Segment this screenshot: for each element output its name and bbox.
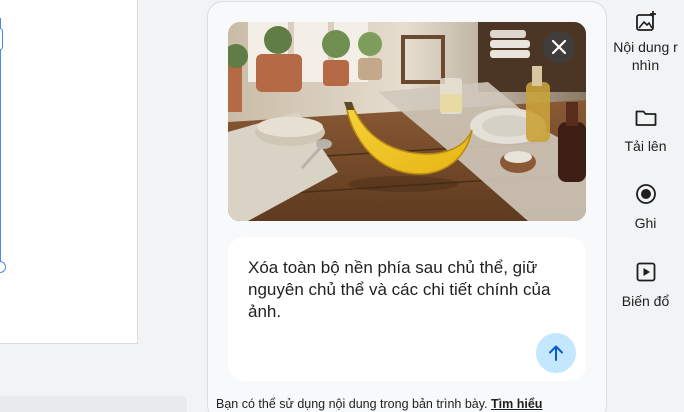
send-button[interactable] — [536, 333, 576, 373]
rail-item-record[interactable]: Ghi — [607, 182, 684, 232]
prompt-input[interactable]: Xóa toàn bộ nền phía sau chủ thể, giữ ng… — [228, 237, 586, 381]
slide-canvas[interactable] — [0, 0, 207, 412]
folder-icon — [635, 110, 656, 126]
speaker-notes-strip[interactable] — [0, 396, 187, 412]
generated-image[interactable] — [228, 22, 586, 221]
rail-label-record: Ghi — [634, 215, 657, 231]
banana-table-image — [228, 22, 586, 221]
prompt-text[interactable]: Xóa toàn bộ nền phía sau chủ thể, giữ ng… — [248, 257, 568, 323]
rail-label-transform: Biến đổ — [621, 293, 670, 309]
video-play-icon — [636, 262, 655, 282]
close-image-button[interactable] — [543, 31, 575, 63]
add-photo-icon — [635, 11, 656, 31]
rail-label-upload: Tải lên — [624, 138, 667, 154]
usage-notice: Bạn có thể sử dụng nội dung trong bản tr… — [216, 397, 616, 411]
arrow-up-icon — [549, 345, 563, 361]
usage-notice-text: Bạn có thể sử dụng nội dung trong bản tr… — [216, 397, 488, 411]
close-icon — [552, 40, 566, 54]
resize-handle-side[interactable] — [0, 28, 3, 50]
right-side-rail: Nội dung r nhìn Tải lên Ghi Biến đổ — [607, 0, 684, 412]
rail-item-upload[interactable]: Tải lên — [607, 106, 684, 155]
rail-item-transform[interactable]: Biến đổ — [607, 260, 684, 310]
record-icon — [635, 184, 656, 204]
learn-more-link[interactable]: Tìm hiểu — [491, 397, 542, 411]
slide-page[interactable] — [0, 0, 138, 344]
rail-item-visual-content[interactable]: Nội dung r nhìn — [607, 10, 684, 74]
rail-label-visual-content: Nội dung r nhìn — [613, 39, 678, 73]
selection-outline — [0, 18, 1, 268]
